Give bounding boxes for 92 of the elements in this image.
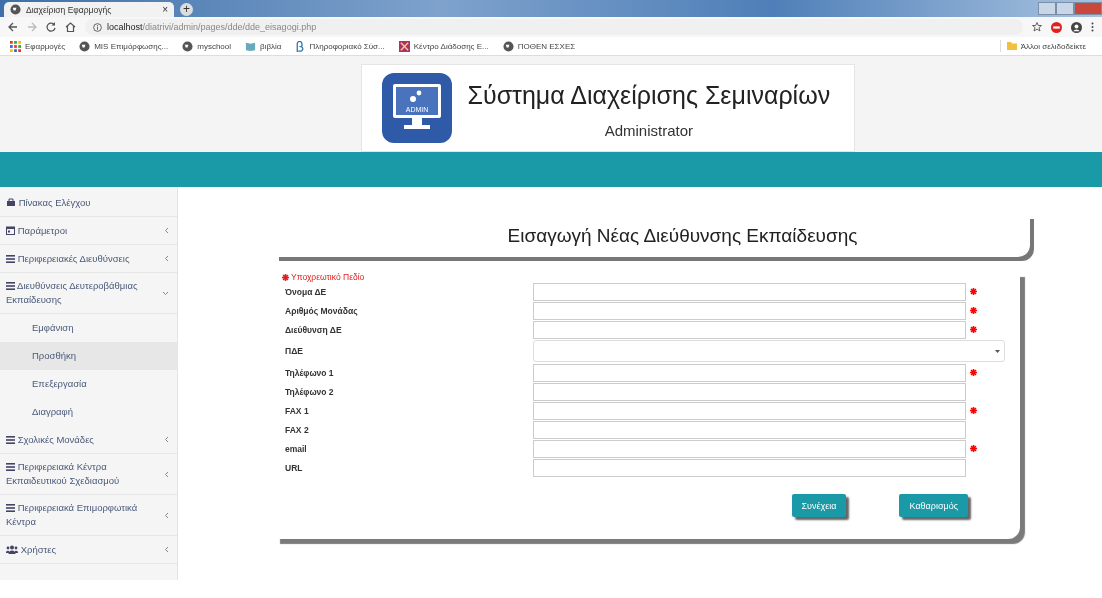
- field-label: URL: [285, 462, 304, 473]
- field-label: Διεύθυνση ΔΕ: [285, 324, 343, 335]
- bookmark-link[interactable]: myschool: [182, 40, 231, 52]
- profile-icon[interactable]: [1071, 21, 1082, 33]
- submenu-item[interactable]: Διαγραφή: [0, 398, 177, 426]
- field-label: Τηλέφωνο 2: [285, 386, 335, 397]
- forward-arrow-icon[interactable]: [27, 22, 37, 32]
- list-icon: [6, 435, 15, 444]
- list-icon: [6, 504, 15, 512]
- submenu-item[interactable]: Επεξεργασία: [0, 370, 177, 398]
- globe-icon: [502, 40, 514, 52]
- bookmark-link[interactable]: βιβλία: [245, 40, 282, 52]
- users-icon: [6, 544, 18, 554]
- submenu-item[interactable]: Προσθήκη: [0, 342, 177, 370]
- text-input[interactable]: [533, 301, 966, 320]
- tile-icon: [398, 40, 410, 52]
- text-input[interactable]: [533, 439, 966, 458]
- sidebar-item-label: Σχολικές Μονάδες: [6, 432, 160, 447]
- new-tab-button[interactable]: +: [180, 3, 193, 16]
- text-input[interactable]: [533, 382, 966, 401]
- field-label: FAX 2: [285, 424, 310, 435]
- home-icon[interactable]: [65, 22, 76, 32]
- field-label: FAX 1: [285, 405, 310, 416]
- url-text: localhost/diatrivi/admin/pages/dde/dde_eisagogi.php: [107, 22, 317, 32]
- app-title: Σύστημα Διαχείρισης Σεμιναρίων: [467, 81, 831, 110]
- dashboard-icon: [6, 197, 16, 207]
- text-input[interactable]: [533, 401, 966, 420]
- field-label: Όνομα ΔΕ: [285, 286, 328, 297]
- sidebar-item-label: Διευθύνσεις Δευτεροβάθμιας Εκπαίδευσης: [6, 279, 139, 307]
- menu-icon[interactable]: [1091, 22, 1094, 32]
- chevron-left-icon: [164, 436, 169, 443]
- sidebar-item-label: Χρήστες: [6, 542, 160, 557]
- reload-icon[interactable]: [46, 22, 56, 32]
- sidebar-item[interactable]: Περιφερειακά Κέντρα Εκπαιδευτικού Σχεδιασμού: [0, 454, 177, 495]
- chevron-left-icon: [164, 255, 169, 262]
- stop-sign-icon[interactable]: [1051, 21, 1062, 33]
- chevron-left-icon: [164, 546, 169, 553]
- bookmark-link[interactable]: MIS Επιμόρφωσης...: [79, 40, 169, 52]
- required-star-icon: [282, 273, 289, 281]
- globe-icon: [10, 4, 21, 15]
- back-arrow-icon[interactable]: [8, 22, 18, 32]
- field-label: Αριθμός Μονάδας: [285, 305, 359, 316]
- browser-tab[interactable]: Διαχείριση Εφαρμογής ×: [4, 2, 174, 17]
- sidebar-item[interactable]: Περιφερειακά Επιμορφωτικά Κέντρα: [0, 495, 177, 536]
- text-input[interactable]: [533, 282, 966, 301]
- field-label: email: [285, 443, 308, 454]
- address-bar[interactable]: localhost/diatrivi/admin/pages/dde/dde_eisagogi.php: [85, 19, 1023, 35]
- sidebar-item[interactable]: Παράμετροι: [0, 217, 177, 245]
- field-label: ΠΔΕ: [285, 346, 304, 356]
- required-note-text: Υποχρεωτικό Πεδίο: [291, 272, 365, 282]
- chevron-left-icon: [164, 470, 169, 478]
- book-icon: [245, 40, 256, 52]
- info-icon: [93, 22, 102, 32]
- submenu-item[interactable]: Εμφάνιση: [0, 314, 177, 342]
- beta-icon: [295, 40, 306, 52]
- bookmark-link[interactable]: Κέντρο Διάδοσης Ε...: [398, 40, 489, 52]
- bookmark-link[interactable]: Πληροφοριακό Σύσ...: [295, 40, 385, 52]
- sidebar-item-label: Παράμετροι: [6, 223, 160, 238]
- list-icon: [6, 282, 15, 290]
- other-bookmarks-link[interactable]: Άλλοι σελιδοδείκτε: [999, 40, 1092, 52]
- list-icon: [6, 254, 15, 263]
- sidebar-item[interactable]: Διευθύνσεις Δευτεροβάθμιας Εκπαίδευσης: [0, 273, 177, 314]
- tab-close-button[interactable]: ×: [162, 4, 168, 15]
- text-input[interactable]: [533, 363, 966, 382]
- window-controls-icon[interactable]: [1038, 2, 1102, 15]
- dropdown-caret-icon: [995, 349, 1000, 353]
- list-icon: [6, 463, 15, 471]
- field-label: Τηλέφωνο 1: [285, 367, 335, 378]
- sidebar-item-label: Περιφερειακές Διευθύνσεις: [6, 251, 160, 266]
- select-field[interactable]: [533, 340, 1005, 362]
- sidebar-item[interactable]: Πίνακας Ελέγχου: [0, 189, 177, 217]
- sidebar-item[interactable]: Χρήστες: [0, 536, 177, 564]
- sidebar-item[interactable]: Περιφερειακές Διευθύνσεις: [0, 245, 177, 273]
- folder-icon: [1006, 41, 1017, 51]
- sidebar-item[interactable]: Σχολικές Μονάδες: [0, 426, 177, 454]
- chevron-down-icon: [162, 290, 169, 296]
- text-input[interactable]: [533, 420, 966, 439]
- bookmark-link[interactable]: Εφαρμογές: [10, 40, 66, 52]
- text-input[interactable]: [533, 320, 966, 339]
- bookmark-link[interactable]: ΠΟΘΕΝ ΕΣΧΕΣ: [502, 40, 576, 52]
- globe-icon: [79, 40, 91, 52]
- sidebar-item-label: Περιφερειακά Επιμορφωτικά Κέντρα: [6, 501, 139, 529]
- chevron-left-icon: [164, 227, 169, 234]
- calendar-icon: [6, 225, 15, 235]
- app-subtitle: Administrator: [604, 122, 694, 139]
- chevron-left-icon: [164, 511, 169, 519]
- apps-grid-icon: [10, 40, 21, 52]
- sidebar-item-label: Πίνακας Ελέγχου: [6, 195, 169, 210]
- sidebar-item-label: Περιφερειακά Κέντρα Εκπαιδευτικού Σχεδιασμού: [6, 460, 121, 488]
- text-input[interactable]: [533, 458, 966, 477]
- star-icon[interactable]: [1032, 22, 1042, 32]
- globe-icon: [182, 40, 194, 52]
